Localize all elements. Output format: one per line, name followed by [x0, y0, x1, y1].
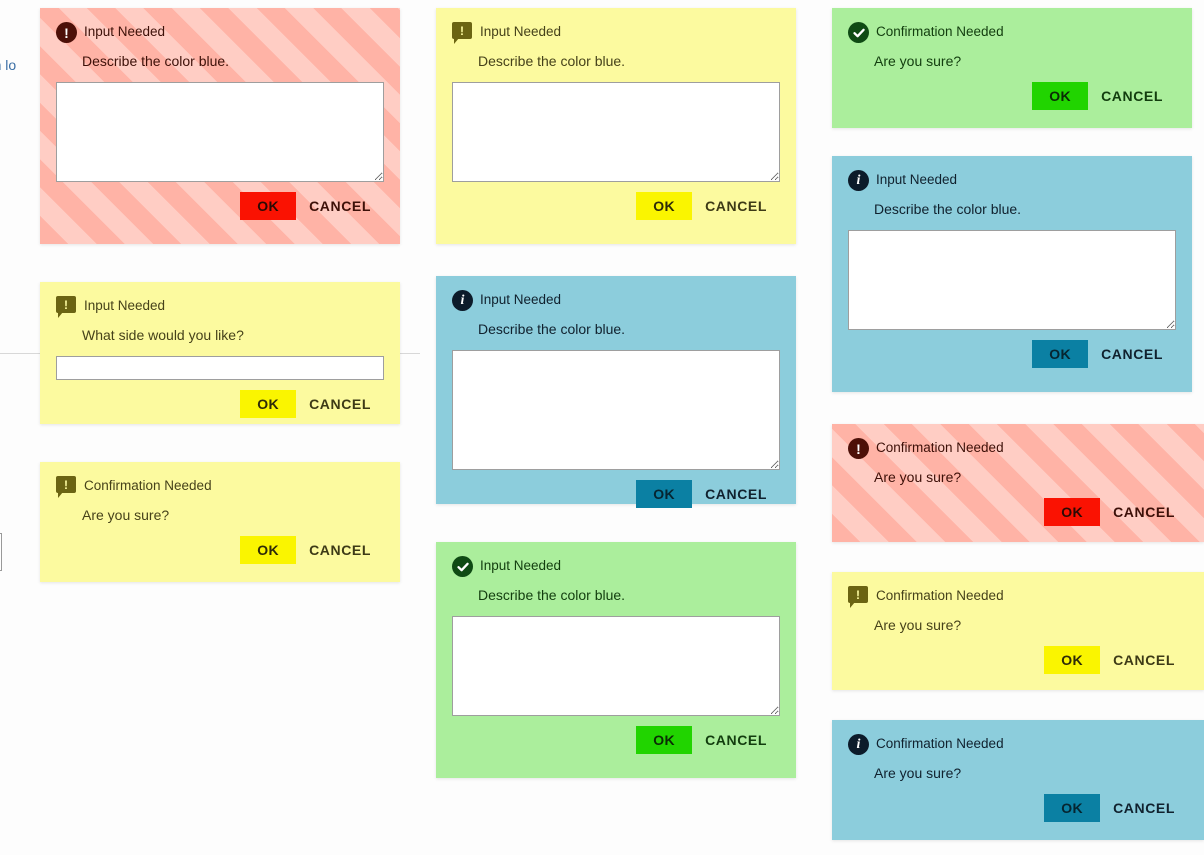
dialog-footer: OK CANCEL	[848, 794, 1188, 822]
dialog-title: Confirmation Needed	[876, 736, 1004, 751]
background-input-edge	[0, 533, 2, 571]
dialog-yellow-input-1: ! Input Needed Describe the color blue. OK C…	[436, 8, 796, 244]
check-circle-icon	[452, 556, 474, 578]
dialog-text-input[interactable]	[56, 356, 384, 380]
alert-circle-icon: !	[848, 438, 870, 460]
dialog-title: Input Needed	[480, 24, 562, 39]
dialog-title: Confirmation Needed	[876, 440, 1004, 455]
dialog-header: ! Confirmation Needed	[56, 476, 384, 498]
dialog-title: Input Needed	[480, 558, 562, 573]
check-circle-icon	[848, 22, 870, 44]
dialog-title: Confirmation Needed	[84, 478, 212, 493]
alert-bubble-icon: !	[56, 296, 78, 318]
background-text-fragment: een lo	[0, 57, 17, 73]
alert-bubble-icon: !	[56, 476, 78, 498]
cancel-button[interactable]: CANCEL	[1100, 646, 1188, 674]
dialog-footer: OK CANCEL	[848, 82, 1176, 110]
dialog-footer: OK CANCEL	[56, 390, 384, 418]
dialog-yellow-confirm-1: ! Confirmation Needed Are you sure? OK CANCE…	[40, 462, 400, 582]
dialog-red-confirm-1: ! Confirmation Needed Are you sure? OK CANCE…	[832, 424, 1204, 542]
dialog-footer: OK CANCEL	[848, 340, 1176, 368]
dialog-message: Are you sure?	[874, 53, 962, 69]
dialog-green-input-1: Input Needed Describe the color blue. OK CA…	[436, 542, 796, 778]
dialog-message: Describe the color blue.	[82, 53, 230, 69]
alert-bubble-icon: !	[848, 586, 870, 608]
cancel-button[interactable]: CANCEL	[296, 192, 384, 220]
ok-button[interactable]: OK	[636, 726, 693, 754]
dialog-header: ! Input Needed	[452, 22, 780, 44]
ok-button[interactable]: OK	[1032, 340, 1089, 368]
ok-button[interactable]: OK	[1032, 82, 1089, 110]
dialog-header: ! Confirmation Needed	[848, 438, 1188, 460]
dialog-textarea[interactable]	[452, 616, 780, 716]
dialog-green-confirm-1: Confirmation Needed Are you sure? OK CANCEL	[832, 8, 1192, 128]
dialog-red-input-1: ! Input Needed Describe the color blue. OK C…	[40, 8, 400, 244]
dialog-header: i Input Needed	[452, 290, 780, 312]
dialog-footer: OK CANCEL	[452, 192, 780, 220]
cancel-button[interactable]: CANCEL	[692, 726, 780, 754]
dialog-title: Input Needed	[84, 298, 166, 313]
dialog-header: ! Input Needed	[56, 22, 384, 44]
dialog-title: Confirmation Needed	[876, 24, 1004, 39]
dialog-yellow-input-side: ! Input Needed What side would you like? OK…	[40, 282, 400, 424]
dialog-header: i Confirmation Needed	[848, 734, 1188, 756]
alert-bubble-icon: !	[452, 22, 474, 44]
dialog-footer: OK CANCEL	[452, 480, 780, 508]
dialog-message: Are you sure?	[874, 765, 962, 781]
dialog-message: Are you sure?	[874, 469, 962, 485]
dialog-header: ! Confirmation Needed	[848, 586, 1188, 608]
dialog-footer: OK CANCEL	[848, 498, 1188, 526]
dialog-textarea[interactable]	[56, 82, 384, 182]
info-circle-icon: i	[848, 170, 870, 192]
ok-button[interactable]: OK	[240, 192, 297, 220]
cancel-button[interactable]: CANCEL	[692, 480, 780, 508]
info-circle-icon: i	[848, 734, 870, 756]
dialog-title: Confirmation Needed	[876, 588, 1004, 603]
ok-button[interactable]: OK	[1044, 794, 1101, 822]
dialog-header: Confirmation Needed	[848, 22, 1176, 44]
cancel-button[interactable]: CANCEL	[1088, 82, 1176, 110]
dialog-footer: OK CANCEL	[56, 536, 384, 564]
dialog-textarea[interactable]	[452, 350, 780, 470]
ok-button[interactable]: OK	[636, 480, 693, 508]
dialog-message: Describe the color blue.	[478, 53, 626, 69]
dialog-title: Input Needed	[84, 24, 166, 39]
dialog-textarea[interactable]	[848, 230, 1176, 330]
dialog-title: Input Needed	[480, 292, 562, 307]
dialog-title: Input Needed	[876, 172, 958, 187]
alert-circle-icon: !	[56, 22, 78, 44]
cancel-button[interactable]: CANCEL	[296, 536, 384, 564]
dialog-header: Input Needed	[452, 556, 780, 578]
dialog-textarea[interactable]	[452, 82, 780, 182]
cancel-button[interactable]: CANCEL	[1100, 794, 1188, 822]
cancel-button[interactable]: CANCEL	[1088, 340, 1176, 368]
dialog-message: Are you sure?	[874, 617, 962, 633]
dialog-footer: OK CANCEL	[848, 646, 1188, 674]
dialog-message: Are you sure?	[82, 507, 170, 523]
screen: een lo ! Input Needed Describe the color b…	[0, 0, 1204, 855]
dialog-message: Describe the color blue.	[478, 587, 626, 603]
dialog-blue-confirm-1: i Confirmation Needed Are you sure? OK CANCE…	[832, 720, 1204, 840]
dialog-message: Describe the color blue.	[478, 321, 626, 337]
cancel-button[interactable]: CANCEL	[296, 390, 384, 418]
dialog-header: ! Input Needed	[56, 296, 384, 318]
dialog-message: What side would you like?	[82, 327, 244, 343]
cancel-button[interactable]: CANCEL	[692, 192, 780, 220]
cancel-button[interactable]: CANCEL	[1100, 498, 1188, 526]
ok-button[interactable]: OK	[240, 390, 297, 418]
dialog-yellow-confirm-2: ! Confirmation Needed Are you sure? OK CANCE…	[832, 572, 1204, 690]
dialog-footer: OK CANCEL	[452, 726, 780, 754]
ok-button[interactable]: OK	[1044, 498, 1101, 526]
dialog-header: i Input Needed	[848, 170, 1176, 192]
ok-button[interactable]: OK	[240, 536, 297, 564]
dialog-blue-input-2: i Input Needed Describe the color blue. OK C…	[832, 156, 1192, 392]
dialog-footer: OK CANCEL	[56, 192, 384, 220]
ok-button[interactable]: OK	[636, 192, 693, 220]
dialog-blue-input-1: i Input Needed Describe the color blue. OK C…	[436, 276, 796, 508]
ok-button[interactable]: OK	[1044, 646, 1101, 674]
dialog-message: Describe the color blue.	[874, 201, 1022, 217]
info-circle-icon: i	[452, 290, 474, 312]
